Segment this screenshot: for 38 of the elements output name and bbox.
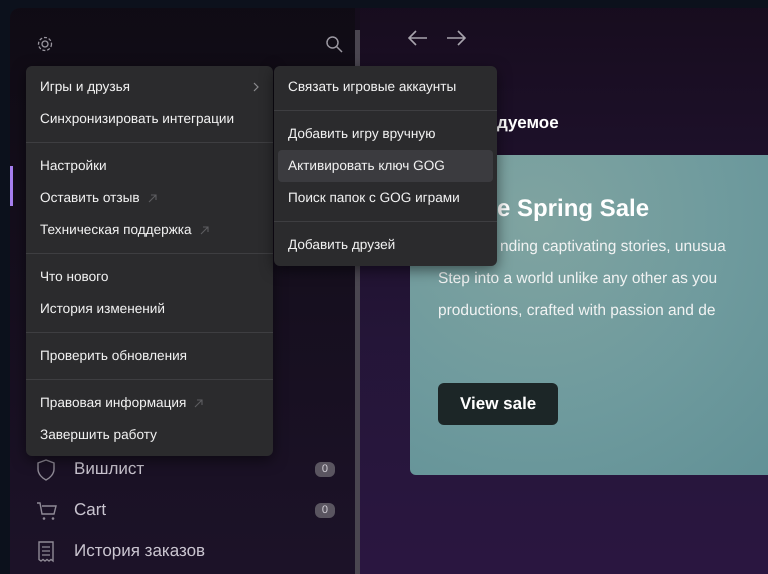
external-link-icon	[200, 226, 209, 234]
menu-item[interactable]: История изменений	[30, 293, 269, 325]
banner-text: productions, crafted with passion and de	[438, 300, 716, 320]
count-badge: 0	[314, 503, 335, 518]
menu-item[interactable]: Оставить отзыв	[30, 182, 269, 214]
external-link-icon	[148, 194, 157, 202]
back-arrow-icon[interactable]	[408, 30, 428, 46]
chevron-right-icon	[253, 82, 259, 92]
cart-icon	[36, 500, 58, 520]
view-sale-button[interactable]: View sale	[438, 383, 558, 424]
count-badge: 0	[314, 462, 335, 477]
nav-label[interactable]: Вишлист	[74, 460, 144, 479]
active-indicator	[10, 166, 13, 206]
menu-item[interactable]: Завершить работу	[30, 419, 269, 451]
shield-icon	[36, 458, 56, 480]
menu-item[interactable]: Настройки	[30, 150, 269, 182]
banner-text: Step into a world unlike any other as you	[438, 268, 718, 288]
menu-item[interactable]: Техническая поддержка	[30, 214, 269, 246]
nav-label[interactable]: История заказов	[74, 542, 206, 561]
settings-icon[interactable]	[36, 35, 54, 53]
banner-title: e Spring Sale	[497, 194, 650, 224]
menu-item[interactable]: Что нового	[30, 261, 269, 293]
banner-text: nding captivating stories, unusua	[500, 236, 727, 256]
menu-item[interactable]: Связать игровые аккаунты	[278, 71, 493, 103]
external-link-icon	[194, 398, 204, 408]
search-icon[interactable]	[325, 35, 343, 53]
menu-item[interactable]: Добавить друзей	[278, 229, 493, 261]
menu-item[interactable]: Игры и друзья	[30, 71, 269, 103]
menu-item[interactable]: Правовая информация	[30, 387, 269, 419]
menu-item[interactable]: Активировать ключ GOG	[278, 150, 493, 182]
section-heading: дуемое	[497, 112, 560, 134]
menu-item[interactable]: Проверить обновления	[30, 340, 269, 372]
menu-item[interactable]: Синхронизировать интеграции	[30, 103, 269, 135]
receipt-icon	[36, 540, 56, 562]
forward-arrow-icon[interactable]	[446, 30, 466, 46]
menu-item[interactable]: Поиск папок с GOG играми	[278, 182, 493, 214]
nav-label[interactable]: Cart	[74, 501, 106, 520]
menu-item[interactable]: Добавить игру вручную	[278, 118, 493, 150]
